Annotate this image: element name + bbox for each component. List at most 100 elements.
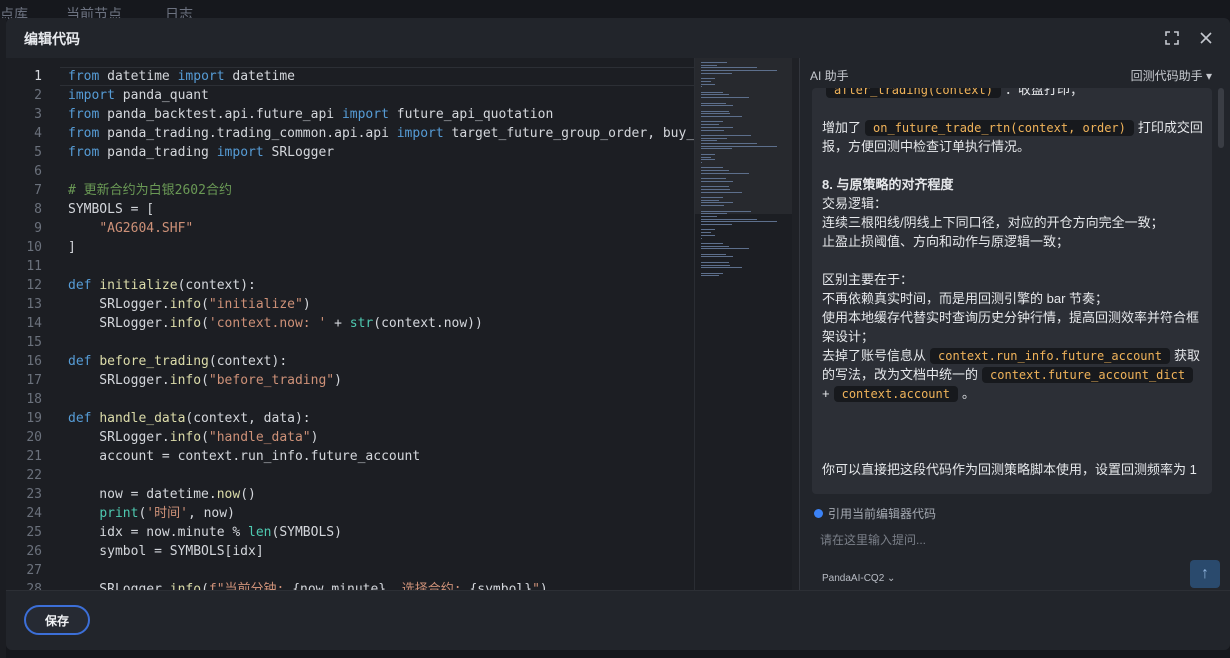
ai-message-line: 报，方便回测中检查订单执行情况。 bbox=[822, 137, 1206, 156]
code-line[interactable]: now = datetime.now() bbox=[68, 485, 256, 504]
ai-message-line: 的写法，改为文档中统一的 context.future_account_dict bbox=[822, 365, 1206, 384]
code-line[interactable]: from datetime import datetime bbox=[68, 67, 295, 86]
code-token: "handle_data" bbox=[208, 430, 311, 445]
code-line[interactable]: def handle_data(context, data): bbox=[68, 409, 311, 428]
code-token: {symbol} bbox=[469, 582, 533, 590]
line-number: 25 bbox=[26, 525, 42, 540]
model-label: PandaAI-CQ2 bbox=[822, 573, 885, 584]
code-line[interactable]: ] bbox=[68, 238, 76, 257]
code-line[interactable]: def before_trading(context): bbox=[68, 352, 287, 371]
ai-message-line: 架设计； bbox=[822, 327, 1206, 346]
line-number: 21 bbox=[26, 449, 42, 464]
code-token: now = datetime. bbox=[68, 487, 217, 502]
ai-scrollbar[interactable] bbox=[1218, 88, 1224, 494]
code-line[interactable]: from panda_trading.trading_common.api.ap… bbox=[68, 124, 694, 143]
message-text: 8. 与原策略的对齐程度 bbox=[822, 177, 954, 192]
code-line[interactable]: from panda_trading import SRLogger bbox=[68, 143, 334, 162]
code-token: symbol = SYMBOLS[idx] bbox=[68, 544, 264, 559]
code-line[interactable]: from panda_backtest.api.future_api impor… bbox=[68, 105, 553, 124]
code-token: panda_trading.trading_common.api.api bbox=[99, 126, 397, 141]
fullscreen-icon[interactable] bbox=[1163, 30, 1181, 48]
editor-scrollbar[interactable] bbox=[792, 58, 799, 590]
line-number: 2 bbox=[34, 88, 42, 103]
code-token: ( bbox=[201, 297, 209, 312]
message-text: 的写法，改为文档中统一的 bbox=[822, 367, 979, 382]
minimap-line bbox=[701, 272, 723, 274]
code-line[interactable]: import panda_quant bbox=[68, 86, 209, 105]
save-button[interactable]: 保存 bbox=[24, 605, 90, 635]
dialog-footer: 保存 bbox=[6, 590, 1230, 650]
code-line[interactable]: SRLogger.info("initialize") bbox=[68, 295, 310, 314]
minimap-line bbox=[701, 91, 723, 93]
code-editor[interactable]: 1 2 3 4 5 6 7 8 9 10 11 12 13 14 15 16 17 18 19 20 21 22 23 24 2… bbox=[6, 58, 799, 590]
message-text: 交易逻辑： bbox=[822, 196, 888, 211]
ai-message-line: after_trading(context) ：收盘打印； bbox=[822, 88, 1206, 99]
code-token: SRLogger. bbox=[68, 582, 170, 590]
code-line[interactable]: idx = now.minute % len(SYMBOLS) bbox=[68, 523, 342, 542]
close-icon[interactable] bbox=[1197, 30, 1215, 48]
code-token: "AG2604.SHF" bbox=[99, 221, 194, 236]
minimap-line bbox=[701, 72, 732, 74]
message-text: ：收盘打印； bbox=[1004, 88, 1083, 97]
minimap-line bbox=[701, 148, 732, 150]
reference-editor-code-toggle[interactable]: 引用当前编辑器代码 bbox=[814, 505, 936, 522]
minimap-line bbox=[701, 161, 702, 163]
code-area[interactable]: from datetime import datetime import pand… bbox=[68, 58, 694, 590]
message-text: + bbox=[822, 386, 830, 401]
assistant-mode-select[interactable]: 回测代码助手 ▾ bbox=[1131, 67, 1212, 84]
code-line[interactable]: print('时间', now) bbox=[68, 504, 235, 523]
ai-scrollbar-thumb[interactable] bbox=[1218, 88, 1224, 148]
code-token: (context): bbox=[177, 278, 256, 293]
code-line[interactable]: SYMBOLS = [ bbox=[68, 200, 154, 219]
minimap-line bbox=[701, 245, 729, 247]
code-line[interactable]: SRLogger.info(f"当前分钟: {now.minute}, 选择合约… bbox=[68, 580, 547, 590]
minimap-line bbox=[701, 80, 711, 82]
message-text: 报，方便回测中检查订单执行情况。 bbox=[822, 139, 1031, 154]
code-token: import bbox=[177, 69, 225, 84]
line-number: 11 bbox=[26, 259, 42, 274]
code-line[interactable]: account = context.run_info.future_accoun… bbox=[68, 447, 420, 466]
minimap-line bbox=[701, 197, 723, 198]
minimap-line bbox=[701, 186, 729, 188]
minimap-line bbox=[701, 97, 749, 99]
code-token: target_future_group_order, buy_open bbox=[451, 126, 694, 141]
ai-assistant-panel: AI 助手 回测代码助手 ▾ after_trading(context) ：收盘… bbox=[800, 58, 1230, 590]
minimap-line bbox=[701, 145, 777, 147]
ai-prompt-input[interactable] bbox=[820, 530, 1160, 550]
minimap-line bbox=[701, 256, 733, 258]
code-line[interactable]: def initialize(context): bbox=[68, 276, 256, 295]
code-minimap[interactable] bbox=[694, 58, 793, 590]
code-token: {now.minute} bbox=[292, 582, 387, 590]
ai-panel-title: AI 助手 bbox=[810, 69, 849, 83]
code-token: info bbox=[169, 430, 202, 445]
chevron-down-icon: ⌄ bbox=[887, 573, 896, 584]
code-token: now bbox=[216, 487, 241, 502]
send-button[interactable]: ↑ bbox=[1190, 560, 1220, 588]
inline-code: context.future_account_dict bbox=[982, 367, 1194, 383]
code-line[interactable]: symbol = SYMBOLS[idx] bbox=[68, 542, 264, 561]
message-text: 增加了 bbox=[822, 120, 862, 135]
code-line[interactable]: "AG2604.SHF" bbox=[68, 219, 193, 238]
code-line[interactable]: SRLogger.info("handle_data") bbox=[68, 428, 318, 447]
ai-message-line: + context.account。 bbox=[822, 384, 1206, 403]
model-select[interactable]: PandaAI-CQ2 ⌄ bbox=[822, 573, 895, 584]
minimap-line bbox=[701, 205, 724, 207]
ai-message-line: 区别主要在于： bbox=[822, 270, 1206, 289]
message-text: 你可以直接把这段代码作为回测策略脚本使用，设置回测频率为 1 bbox=[822, 462, 1197, 477]
code-line[interactable]: SRLogger.info("before_trading") bbox=[68, 371, 342, 390]
minimap-line bbox=[701, 210, 752, 212]
code-line[interactable]: # 更新合约为白银2602合约 bbox=[68, 181, 232, 200]
code-line[interactable]: SRLogger.info('context.now: ' + str(cont… bbox=[68, 314, 483, 333]
line-number: 24 bbox=[26, 506, 42, 521]
message-text: 止盈止损阈值、方向和动作与原逻辑一致； bbox=[822, 234, 1070, 249]
ai-message-line: 去掉了账号信息从 context.run_info.future_account 获… bbox=[822, 346, 1206, 365]
code-token: () bbox=[240, 487, 256, 502]
line-number-gutter: 1 2 3 4 5 6 7 8 9 10 11 12 13 14 15 16 17 18 19 20 21 22 23 24 2… bbox=[6, 58, 60, 590]
minimap-line bbox=[701, 116, 742, 117]
code-token: ( bbox=[201, 582, 209, 590]
minimap-line bbox=[701, 137, 728, 139]
minimap-line bbox=[701, 102, 727, 104]
inline-code: on_future_trade_rtn(context, order) bbox=[865, 120, 1134, 136]
